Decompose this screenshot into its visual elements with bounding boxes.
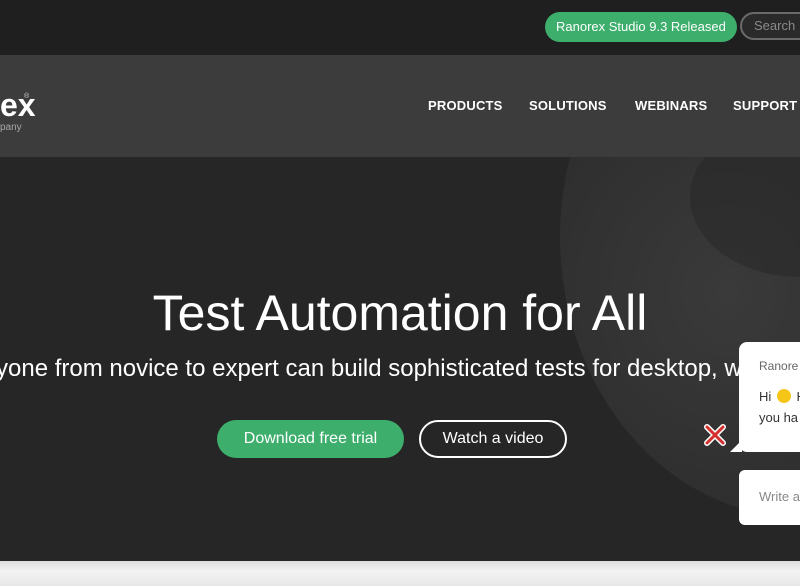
chat-agent-name: Ranore xyxy=(759,359,799,373)
next-section-edge xyxy=(0,561,800,586)
hero-title: Test Automation for All xyxy=(152,285,648,341)
chat-greeting-start: Hi xyxy=(759,389,772,404)
smiley-emoji-icon xyxy=(776,389,791,403)
nav-item-support[interactable]: SUPPORT xyxy=(733,98,797,113)
chat-input-placeholder: Write a xyxy=(759,489,800,504)
nav-item-solutions[interactable]: SOLUTIONS xyxy=(529,98,607,113)
chat-greeting-end: H xyxy=(797,389,800,404)
nav-item-products[interactable]: PRODUCTS xyxy=(428,98,503,113)
chat-message-line-2: you ha xyxy=(759,410,799,425)
top-bar: Ranorex Studio 9.3 Released Search xyxy=(0,0,800,55)
search-input[interactable]: Search xyxy=(740,12,800,40)
chat-message-bubble: Ranore Hi H you ha xyxy=(739,342,800,452)
chat-input-field[interactable]: Write a xyxy=(739,470,800,525)
logo-text: ex xyxy=(0,87,36,123)
hero-section: Test Automation for All yone from novice… xyxy=(0,157,800,561)
chat-message-line-1: Hi H xyxy=(759,389,800,404)
main-navigation: ex ® pany PRODUCTS SOLUTIONS WEBINARS SU… xyxy=(0,55,800,157)
logo-registered-mark: ® xyxy=(24,93,30,100)
chat-close-icon[interactable] xyxy=(703,423,727,447)
download-free-trial-button[interactable]: Download free trial xyxy=(217,420,404,458)
watch-video-button[interactable]: Watch a video xyxy=(419,420,567,458)
chat-bubble-tail xyxy=(730,440,742,452)
hero-subtitle: yone from novice to expert can build sop… xyxy=(0,355,796,382)
release-announcement-button[interactable]: Ranorex Studio 9.3 Released xyxy=(545,12,737,42)
nav-item-webinars[interactable]: WEBINARS xyxy=(635,98,707,113)
logo-subtext: pany xyxy=(0,122,22,133)
